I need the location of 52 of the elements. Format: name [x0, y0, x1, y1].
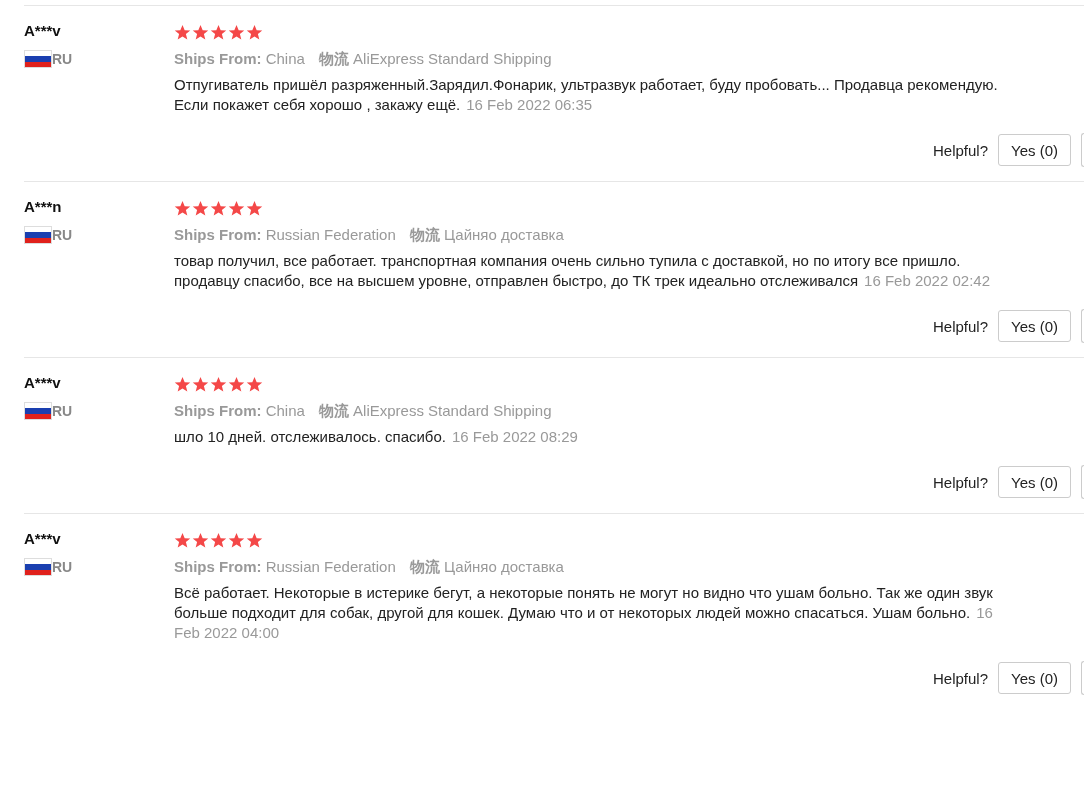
review-text: Всё работает. Некоторые в истерике бегут, а некоторые понять не могут но видно что ушам больно. Так же один звук больше подходит для собак, другой для кошек. Думаю что и от некоторых людей можно спасаться. Ушам больно. 16 Feb 2022 04:00 — [174, 583, 994, 643]
user-name: A***v — [24, 22, 61, 39]
logistics: 物流 Цайняо доставка — [409, 558, 564, 577]
yes-button[interactable]: Yes (0) — [998, 466, 1071, 498]
star-icon — [228, 376, 245, 393]
helpful-label: Helpful? — [932, 669, 988, 687]
user-name: A***v — [24, 374, 61, 391]
star-icon — [174, 532, 191, 549]
flag-icon — [24, 402, 52, 420]
flag-icon — [24, 226, 52, 244]
logistics: 物流 AliExpress Standard Shipping — [318, 50, 552, 69]
review-text: товар получил, все работает. транспортная компания очень сильно тупила с доставкой, но по итогу все пришло. продавцу спасибо, все на высшем уровне, отправлен быстро, до ТК трек идеально отслеживался 16 Feb 2022 02:42 — [174, 251, 991, 291]
star-icon — [228, 24, 245, 41]
star-icon — [246, 200, 263, 217]
logistics: 物流 Цайняо доставка — [409, 226, 564, 245]
country-code: RU — [52, 51, 73, 67]
helpful-label: Helpful? — [932, 141, 988, 159]
ships-from: Ships From: China — [174, 402, 305, 421]
star-icon — [210, 532, 227, 549]
country-code: RU — [52, 559, 73, 575]
star-icon — [174, 376, 191, 393]
star-icon — [228, 532, 245, 549]
star-icon — [246, 376, 263, 393]
star-icon — [174, 24, 191, 41]
yes-button[interactable]: Yes (0) — [998, 134, 1071, 166]
ships-from: Ships From: Russian Federation — [174, 226, 396, 245]
star-icon — [228, 200, 245, 217]
yes-button[interactable]: Yes (0) — [998, 662, 1071, 694]
review-text: шло 10 дней. отслеживалось. спасибо. 16 Feb 2022 08:29 — [174, 427, 579, 447]
logistics: 物流 AliExpress Standard Shipping — [318, 402, 552, 421]
star-icon — [192, 200, 209, 217]
flag-icon — [24, 558, 52, 576]
star-icon — [210, 24, 227, 41]
country-code: RU — [52, 227, 73, 243]
star-icon — [210, 376, 227, 393]
user-name: A***v — [24, 530, 61, 547]
star-icon — [192, 376, 209, 393]
ships-from: Ships From: Russian Federation — [174, 558, 396, 577]
review-text: Отпугиватель пришёл разряженный.Зарядил.Фонарик, ультразвук работает, буду пробовать... Продавца рекомендую. Если покажет себя хорошо , закажу ещё. 16 Feb 2022 06:35 — [174, 75, 999, 115]
star-icon — [192, 24, 209, 41]
helpful-label: Helpful? — [932, 473, 988, 491]
yes-button[interactable]: Yes (0) — [998, 310, 1071, 342]
star-icon — [246, 532, 263, 549]
star-icon — [246, 24, 263, 41]
country-code: RU — [52, 403, 73, 419]
ships-from: Ships From: China — [174, 50, 305, 69]
star-icon — [192, 532, 209, 549]
star-icon — [210, 200, 227, 217]
star-icon — [174, 200, 191, 217]
user-name: A***n — [24, 198, 62, 215]
flag-icon — [24, 50, 52, 68]
helpful-label: Helpful? — [932, 317, 988, 335]
